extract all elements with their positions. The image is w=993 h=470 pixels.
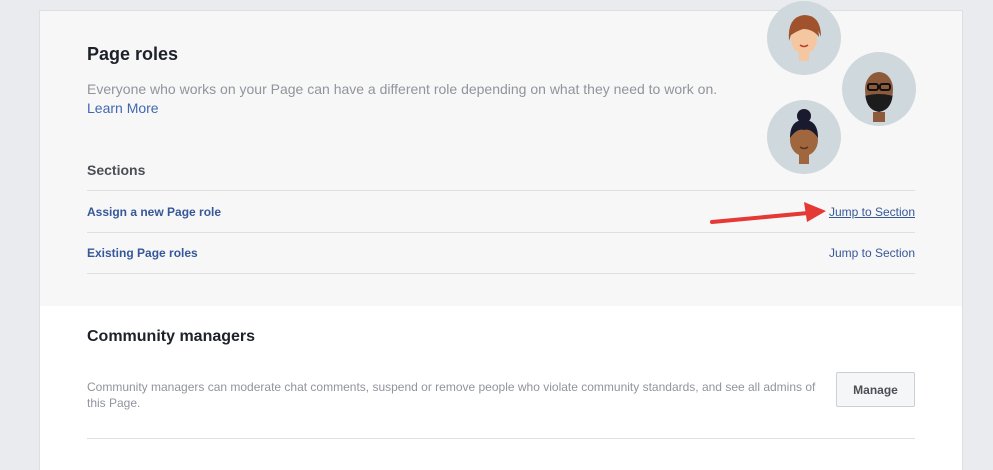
learn-more-link[interactable]: Learn More xyxy=(87,100,159,116)
avatar-man-beard-glasses xyxy=(842,52,916,126)
community-managers-description: Community managers can moderate chat com… xyxy=(87,380,816,410)
divider xyxy=(87,438,915,439)
description-text: Everyone who works on your Page can have… xyxy=(87,81,718,97)
assign-page-role-link[interactable]: Assign a new Page role xyxy=(87,205,221,219)
existing-page-roles-link[interactable]: Existing Page roles xyxy=(87,246,198,260)
jump-to-section-link[interactable]: Jump to Section xyxy=(829,205,915,219)
community-managers-title: Community managers xyxy=(87,328,256,345)
page-roles-section: Page roles Everyone who works on your Pa… xyxy=(40,1,962,306)
avatar-woman-hair-bun xyxy=(767,100,841,174)
manage-button[interactable]: Manage xyxy=(836,372,915,407)
jump-to-section-link[interactable]: Jump to Section xyxy=(829,246,915,260)
section-row-assign: Assign a new Page role Jump to Section xyxy=(87,190,915,232)
sections-heading: Sections xyxy=(87,162,146,178)
page-roles-card: Page roles Everyone who works on your Pa… xyxy=(39,1,963,470)
avatar-woman-brown-hair xyxy=(767,1,841,75)
section-row-existing: Existing Page roles Jump to Section xyxy=(87,232,915,274)
page-roles-description: Everyone who works on your Page can have… xyxy=(87,80,747,118)
page-title: Page roles xyxy=(87,44,179,64)
